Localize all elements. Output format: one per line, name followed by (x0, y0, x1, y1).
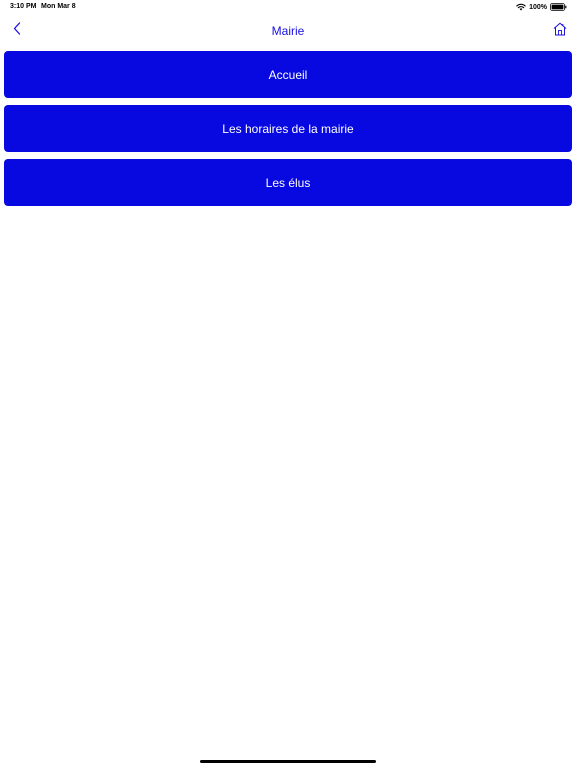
menu-button-elus[interactable]: Les élus (4, 159, 572, 206)
status-date: Mon Mar 8 (41, 3, 76, 10)
menu-list: Accueil Les horaires de la mairie Les él… (4, 51, 572, 213)
status-indicators: 100% (516, 2, 567, 12)
battery-icon (550, 3, 567, 11)
app-screen: 3:10 PM Mon Mar 8 100% Mairie Accueil Le… (0, 0, 576, 768)
status-time: 3:10 PM (10, 3, 37, 10)
home-indicator[interactable] (200, 760, 376, 763)
status-bar: 3:10 PM Mon Mar 8 100% (0, 0, 576, 14)
navigation-bar: Mairie (0, 16, 576, 46)
home-icon (553, 22, 567, 40)
battery-percent: 100% (529, 3, 547, 11)
home-button[interactable] (553, 22, 567, 38)
wifi-icon (516, 3, 526, 11)
page-title: Mairie (271, 24, 305, 38)
menu-button-accueil[interactable]: Accueil (4, 51, 572, 98)
menu-button-horaires[interactable]: Les horaires de la mairie (4, 105, 572, 152)
